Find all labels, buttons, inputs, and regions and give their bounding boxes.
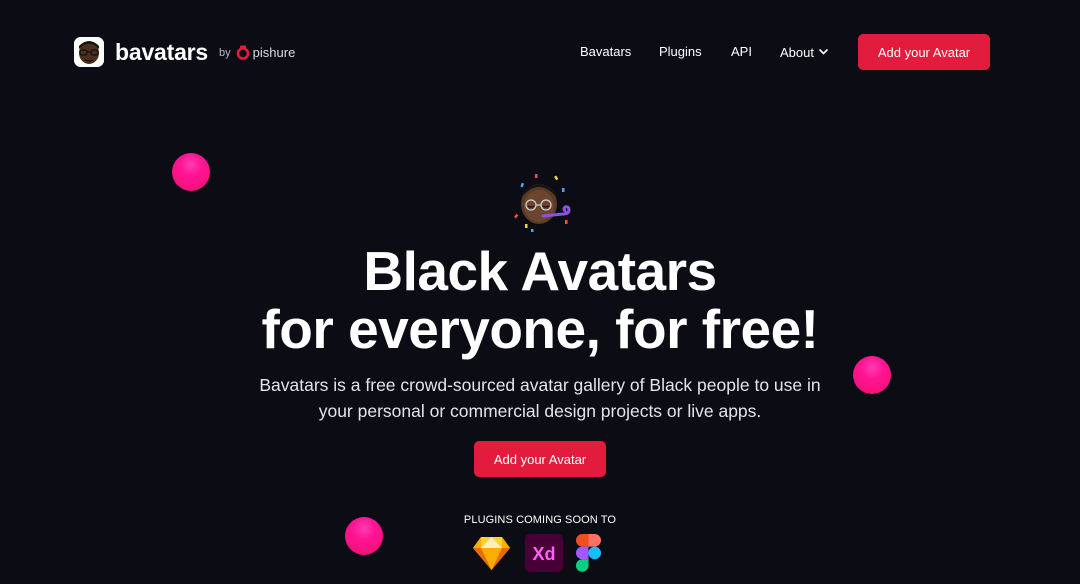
hero-subtitle-line-1: Bavatars is a free crowd-sourced avatar … [259, 375, 821, 395]
brand-name: bavatars [115, 38, 209, 65]
by-label: by [219, 47, 231, 59]
bavatars-logo-icon [74, 37, 104, 67]
adobe-xd-icon[interactable]: Xd [525, 534, 563, 572]
decorative-dot [172, 153, 210, 191]
partner-name: pishure [252, 45, 296, 60]
nav-about[interactable]: About [780, 44, 828, 60]
add-avatar-button[interactable]: Add your Avatar [858, 34, 990, 70]
nav-api[interactable]: API [731, 44, 752, 60]
page: bavatars by pishure Bavatars Plugins API… [0, 0, 1080, 584]
chevron-down-icon [819, 49, 828, 55]
nav-about-label: About [780, 44, 814, 60]
xd-icon-text: Xd [532, 544, 555, 564]
figma-icon[interactable] [576, 534, 601, 572]
hero-title-line-1: Black Avatars [363, 240, 717, 302]
partner-logo[interactable]: pishure [236, 45, 296, 60]
logo[interactable]: bavatars by pishure [74, 37, 295, 67]
hero-title-line-2: for everyone, for free! [261, 298, 819, 360]
plugins-label: PLUGINS COMING SOON TO [463, 514, 617, 526]
hero-subtitle-line-2: your personal or commercial design proje… [318, 401, 762, 421]
sketch-icon[interactable] [472, 534, 511, 572]
hero-add-avatar-button[interactable]: Add your Avatar [474, 441, 606, 477]
pishure-icon [236, 45, 249, 60]
header: bavatars by pishure Bavatars Plugins API… [0, 0, 1080, 105]
party-avatar-icon [513, 174, 571, 232]
nav-plugins[interactable]: Plugins [659, 44, 702, 60]
nav-bavatars[interactable]: Bavatars [580, 44, 631, 60]
